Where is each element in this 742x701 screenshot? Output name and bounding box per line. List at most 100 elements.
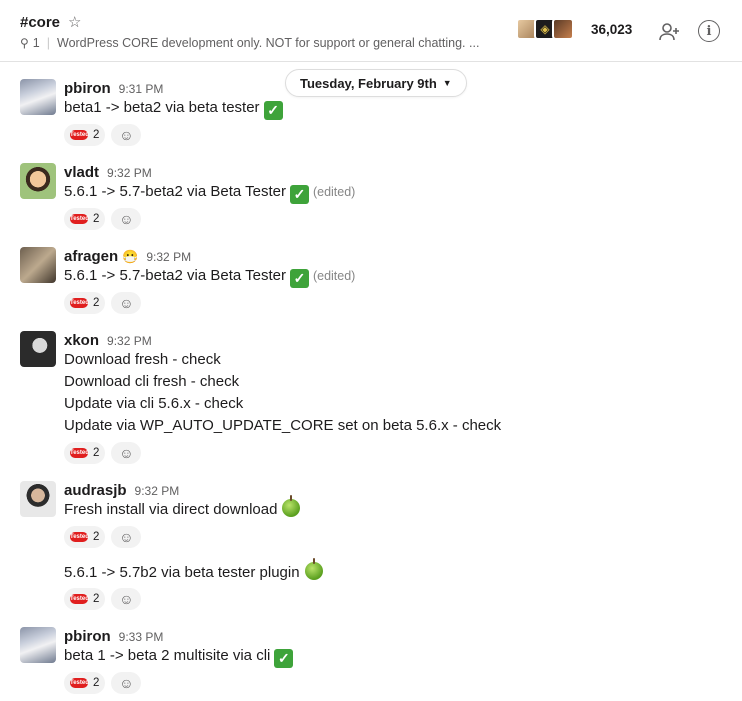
- check-mark-icon: ✓: [263, 101, 283, 120]
- add-user-icon[interactable]: [656, 18, 684, 46]
- message-line: beta1 -> beta2 via beta tester: [64, 99, 260, 116]
- message-meta: audrasjb 9:32 PM: [64, 482, 179, 499]
- edited-label: (edited): [312, 269, 356, 283]
- reaction-tested[interactable]: Tested 2: [64, 442, 106, 464]
- check-mark-icon: ✓: [274, 649, 294, 668]
- message-meta: xkon 9:32 PM: [64, 332, 152, 349]
- green-apple-icon: [304, 558, 323, 580]
- member-avatar: [552, 18, 574, 40]
- message-text: 5.6.1 -> 5.7-beta2 via Beta Tester ✓ (edit…: [64, 181, 355, 204]
- avatar[interactable]: [20, 163, 56, 199]
- timestamp[interactable]: 9:32 PM: [107, 334, 152, 348]
- reactions: Tested 2 ☺: [64, 672, 142, 694]
- username[interactable]: vladt: [64, 164, 99, 181]
- timestamp[interactable]: 9:32 PM: [107, 166, 152, 180]
- message-text: Fresh install via direct download: [64, 495, 301, 521]
- add-reaction-icon[interactable]: ☺: [111, 208, 142, 230]
- username[interactable]: pbiron: [64, 80, 111, 97]
- reaction-tested[interactable]: Tested 2: [64, 292, 106, 314]
- tested-emoji-icon: Tested: [70, 130, 89, 140]
- timestamp[interactable]: 9:33 PM: [119, 630, 164, 644]
- chevron-down-icon: ▼: [442, 78, 452, 88]
- message-text: beta1 -> beta2 via beta tester ✓: [64, 97, 283, 120]
- channel-subheader: ⚲ 1 | WordPress CORE development only. N…: [20, 36, 479, 50]
- reaction-count: 2: [93, 531, 100, 543]
- message-line: 5.6.1 -> 5.7-beta2 via Beta Tester: [64, 267, 286, 284]
- channel-header: #core ☆ ⚲ 1 | WordPress CORE development…: [0, 0, 742, 62]
- reaction-tested[interactable]: Tested 2: [64, 526, 106, 548]
- username[interactable]: pbiron: [64, 628, 111, 645]
- message-meta: pbiron 9:31 PM: [64, 80, 163, 97]
- edited-label: (edited): [312, 185, 356, 199]
- avatar[interactable]: [20, 481, 56, 517]
- reactions: Tested 2 ☺: [64, 124, 142, 146]
- channel-topic[interactable]: WordPress CORE development only. NOT for…: [57, 36, 479, 50]
- message-meta: vladt 9:32 PM: [64, 164, 152, 181]
- tested-emoji-icon: Tested: [70, 298, 89, 308]
- reaction-tested[interactable]: Tested 2: [64, 672, 106, 694]
- date-divider-label: Tuesday, February 9th: [300, 75, 437, 91]
- reaction-count: 2: [93, 213, 100, 225]
- tested-emoji-icon: Tested: [70, 678, 89, 688]
- green-apple-icon: [282, 495, 301, 517]
- add-reaction-icon[interactable]: ☺: [111, 526, 142, 548]
- add-reaction-icon[interactable]: ☺: [111, 442, 142, 464]
- message-meta: pbiron 9:33 PM: [64, 628, 163, 645]
- channel-name[interactable]: #core: [20, 14, 60, 31]
- info-icon[interactable]: i: [698, 20, 720, 42]
- status-emoji[interactable]: 😷: [122, 249, 138, 265]
- message-meta: afragen 😷 9:32 PM: [64, 248, 191, 265]
- timestamp[interactable]: 9:32 PM: [146, 250, 191, 264]
- message-line: 5.6.1 -> 5.7b2 via beta tester plugin: [64, 564, 300, 581]
- message-text: beta 1 -> beta 2 multisite via cli ✓: [64, 645, 294, 668]
- member-avatars[interactable]: ◈: [516, 18, 574, 40]
- add-reaction-icon[interactable]: ☺: [111, 672, 142, 694]
- tested-emoji-icon: Tested: [70, 214, 89, 224]
- timestamp[interactable]: 9:32 PM: [135, 484, 180, 498]
- reaction-count: 2: [93, 593, 100, 605]
- divider: |: [46, 36, 50, 50]
- star-icon[interactable]: ☆: [68, 13, 81, 31]
- reaction-count: 2: [93, 297, 100, 309]
- add-reaction-icon[interactable]: ☺: [111, 588, 142, 610]
- check-mark-icon: ✓: [289, 269, 309, 288]
- reactions: Tested 2 ☺: [64, 442, 142, 464]
- tested-emoji-icon: Tested: [70, 532, 89, 542]
- username[interactable]: afragen: [64, 248, 118, 265]
- add-reaction-icon[interactable]: ☺: [111, 124, 142, 146]
- message-line: 5.6.1 -> 5.7-beta2 via Beta Tester: [64, 183, 286, 200]
- avatar[interactable]: [20, 627, 56, 663]
- member-count[interactable]: 36,023: [591, 22, 632, 37]
- avatar[interactable]: [20, 79, 56, 115]
- reaction-count: 2: [93, 129, 100, 141]
- message-line: Download fresh - check: [64, 351, 221, 368]
- avatar[interactable]: [20, 247, 56, 283]
- message-text: 5.6.1 -> 5.7-beta2 via Beta Tester ✓ (edit…: [64, 265, 355, 288]
- message-line: Download cli fresh - check: [64, 373, 240, 390]
- tested-emoji-icon: Tested: [70, 594, 89, 604]
- reactions: Tested 2 ☺: [64, 208, 142, 230]
- pinned-count[interactable]: 1: [33, 36, 40, 50]
- reaction-count: 2: [93, 677, 100, 689]
- add-reaction-icon[interactable]: ☺: [111, 292, 142, 314]
- reactions: Tested 2 ☺: [64, 588, 142, 610]
- check-mark-icon: ✓: [289, 185, 309, 204]
- date-divider-button[interactable]: Tuesday, February 9th ▼: [285, 69, 467, 97]
- username[interactable]: xkon: [64, 332, 99, 349]
- message-line: beta 1 -> beta 2 multisite via cli: [64, 647, 271, 664]
- reaction-count: 2: [93, 447, 100, 459]
- pin-icon[interactable]: ⚲: [20, 36, 29, 50]
- tested-emoji-icon: Tested: [70, 448, 89, 458]
- message-text: 5.6.1 -> 5.7b2 via beta tester plugin: [64, 558, 323, 584]
- avatar[interactable]: [20, 331, 56, 367]
- message-line: Update via cli 5.6.x - check: [64, 395, 244, 412]
- reactions: Tested 2 ☺: [64, 526, 142, 548]
- username[interactable]: audrasjb: [64, 482, 127, 499]
- timestamp[interactable]: 9:31 PM: [119, 82, 164, 96]
- message-line: Fresh install via direct download: [64, 501, 278, 518]
- message-line: Update via WP_AUTO_UPDATE_CORE set on be…: [64, 417, 502, 434]
- reaction-tested[interactable]: Tested 2: [64, 208, 106, 230]
- reaction-tested[interactable]: Tested 2: [64, 588, 106, 610]
- reaction-tested[interactable]: Tested 2: [64, 124, 106, 146]
- reactions: Tested 2 ☺: [64, 292, 142, 314]
